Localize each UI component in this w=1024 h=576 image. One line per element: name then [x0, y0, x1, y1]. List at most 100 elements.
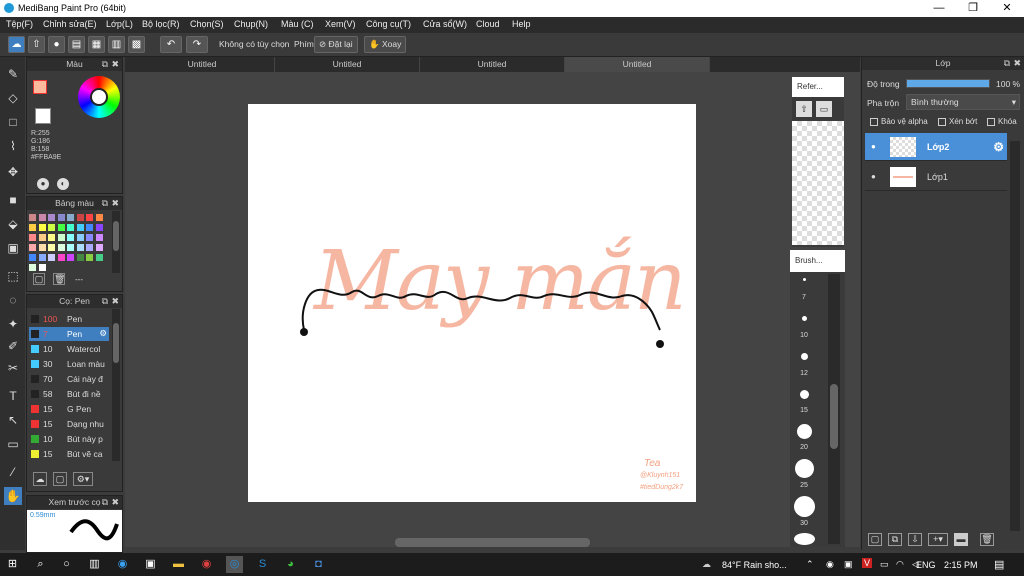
size-dot[interactable] — [797, 424, 812, 439]
undo-icon[interactable]: ↶ — [160, 36, 182, 53]
color-wheel-center[interactable] — [90, 88, 108, 106]
layer-folder-icon[interactable]: ▬ — [954, 533, 968, 546]
folder-icon[interactable]: ▭ — [816, 101, 832, 117]
palette-swatch[interactable] — [48, 224, 55, 231]
size-dot[interactable] — [803, 278, 806, 281]
size-dot[interactable] — [802, 316, 807, 321]
brush-item[interactable]: 15 Bút vẽ ca — [29, 447, 109, 461]
palette-swatch[interactable] — [48, 244, 55, 251]
page-icon[interactable]: ▦ — [88, 36, 105, 53]
palette-swatch[interactable] — [38, 244, 46, 251]
grid-icon[interactable]: ▥ — [108, 36, 125, 53]
brush-options-icon[interactable]: ⚙▾ — [73, 472, 93, 486]
menu-window[interactable]: Cửa sổ(W) — [423, 19, 467, 29]
operation-tool-icon[interactable]: ↖ — [4, 411, 22, 429]
weather-text[interactable]: 84°F Rain sho... — [722, 560, 787, 570]
palette-swatch[interactable] — [57, 214, 65, 221]
size-dot[interactable] — [794, 533, 815, 545]
palette-swatch[interactable] — [38, 254, 46, 261]
duplicate-layer-icon[interactable]: ⧉ — [888, 533, 902, 546]
palette-swatch[interactable] — [95, 244, 103, 251]
palette-swatch[interactable] — [57, 244, 65, 251]
palette-swatch[interactable] — [29, 214, 36, 221]
palette-swatch[interactable] — [67, 254, 74, 261]
minimize-button[interactable]: — — [922, 0, 956, 17]
blend-mode-select[interactable]: Bình thường ▾ — [906, 94, 1020, 110]
palette-icon[interactable]: ● — [37, 178, 49, 190]
swap-icon[interactable]: ◐ — [57, 178, 69, 190]
brush-item[interactable]: 15 Dạng nhu — [29, 417, 109, 431]
tab-untitled-2[interactable]: Untitled — [275, 57, 420, 72]
skype-icon[interactable]: S — [254, 556, 271, 573]
move-tool-icon[interactable]: ✥ — [4, 163, 22, 181]
weather-icon[interactable]: ☁ — [702, 559, 711, 570]
store-icon[interactable]: ▣ — [142, 556, 159, 573]
brush-add-icon[interactable]: ▢ — [53, 472, 67, 486]
add-layer-menu-icon[interactable]: +▾ — [928, 533, 948, 546]
horizontal-scrollbar[interactable] — [395, 538, 590, 547]
chat-icon[interactable]: ● — [48, 36, 65, 53]
notification-icon[interactable]: ▤ — [994, 558, 1004, 571]
popout-icon[interactable]: ⧉ — [102, 197, 108, 210]
close-icon[interactable]: ✖ — [111, 197, 119, 210]
palette-swatch[interactable] — [95, 254, 103, 261]
brush-scrollbar[interactable] — [112, 309, 120, 461]
palette-swatch[interactable] — [67, 244, 74, 251]
layer-row-1[interactable]: ● Lớp1 — [865, 163, 1007, 191]
close-icon[interactable]: ✖ — [111, 58, 119, 71]
layer-row-2[interactable]: ● Lớp2 ⚙ — [865, 133, 1007, 161]
menu-cloud[interactable]: Cloud — [476, 19, 500, 29]
fill-rect-tool-icon[interactable]: ■ — [4, 191, 22, 209]
brush-item[interactable]: 100 Pen — [29, 312, 109, 326]
select-rect-icon[interactable]: ⬚ — [4, 267, 22, 285]
palette-swatch[interactable] — [67, 224, 74, 231]
upload-icon[interactable]: ⇧ — [28, 36, 45, 53]
palette-swatch[interactable] — [57, 254, 65, 261]
palette-swatch[interactable] — [76, 244, 84, 251]
maximize-button[interactable]: ❐ — [956, 0, 990, 17]
menu-select[interactable]: Chọn(S) — [190, 19, 224, 29]
merge-layer-icon[interactable]: ⇩ — [908, 533, 922, 546]
select-pen-icon[interactable]: ✐ — [4, 337, 22, 355]
size-dot[interactable] — [801, 353, 808, 360]
palette-swatch[interactable] — [86, 234, 93, 241]
menu-help[interactable]: Help — [512, 19, 531, 29]
close-icon[interactable]: ✖ — [111, 496, 119, 509]
palette-swatch[interactable] — [48, 254, 55, 261]
visibility-eye-icon[interactable]: ● — [871, 142, 876, 151]
eraser-tool-icon[interactable]: ◇ — [4, 89, 22, 107]
size-dot[interactable] — [800, 390, 809, 399]
tray-v-icon[interactable]: V — [862, 558, 873, 568]
medibang-taskbar-icon[interactable]: ◎ — [226, 556, 243, 573]
comment-icon[interactable]: ▤ — [68, 36, 85, 53]
visibility-eye-icon[interactable]: ● — [871, 172, 876, 181]
size-dot[interactable] — [794, 496, 815, 517]
palette-swatch[interactable] — [57, 224, 65, 231]
text-tool-icon[interactable]: T — [4, 387, 22, 405]
drawing-canvas[interactable]: May mắn Tea @Kluynh151 #tiedDung2k7 — [248, 104, 696, 502]
bucket-tool-icon[interactable]: ⬙ — [4, 215, 22, 233]
protect-alpha-checkbox[interactable] — [870, 118, 878, 126]
palette-swatch[interactable] — [67, 214, 74, 221]
menu-tools[interactable]: Công cụ(T) — [366, 19, 411, 29]
palette-swatch[interactable] — [29, 234, 36, 241]
reset-button[interactable]: ⊘ Đặt lại — [314, 36, 358, 53]
brush-item[interactable]: 7 Pen ⚙ — [29, 327, 109, 341]
delete-layer-icon[interactable]: 🗑 — [980, 533, 994, 546]
lasso-icon[interactable]: ◌ — [4, 291, 22, 309]
edge-icon[interactable]: ◉ — [114, 556, 131, 573]
brush-settings-gear-icon[interactable]: ⚙ — [99, 328, 107, 339]
palette-swatch[interactable] — [95, 214, 103, 221]
tiles-icon[interactable]: ▩ — [128, 36, 145, 53]
palette-swatch[interactable] — [38, 264, 46, 271]
palette-swatch[interactable] — [76, 234, 84, 241]
menu-view[interactable]: Xem(V) — [325, 19, 356, 29]
popout-icon[interactable]: ⧉ — [1004, 57, 1010, 70]
select-eraser-icon[interactable]: ✂ — [4, 359, 22, 377]
eyedropper-icon[interactable]: ⁄ — [4, 463, 22, 481]
brush-item[interactable]: 10 Watercol — [29, 342, 109, 356]
palette-swatch[interactable] — [29, 254, 36, 261]
search-icon[interactable]: ⌕ — [32, 556, 49, 573]
brush-item[interactable]: 30 Loan màu — [29, 357, 109, 371]
palette-swatch[interactable] — [76, 254, 84, 261]
